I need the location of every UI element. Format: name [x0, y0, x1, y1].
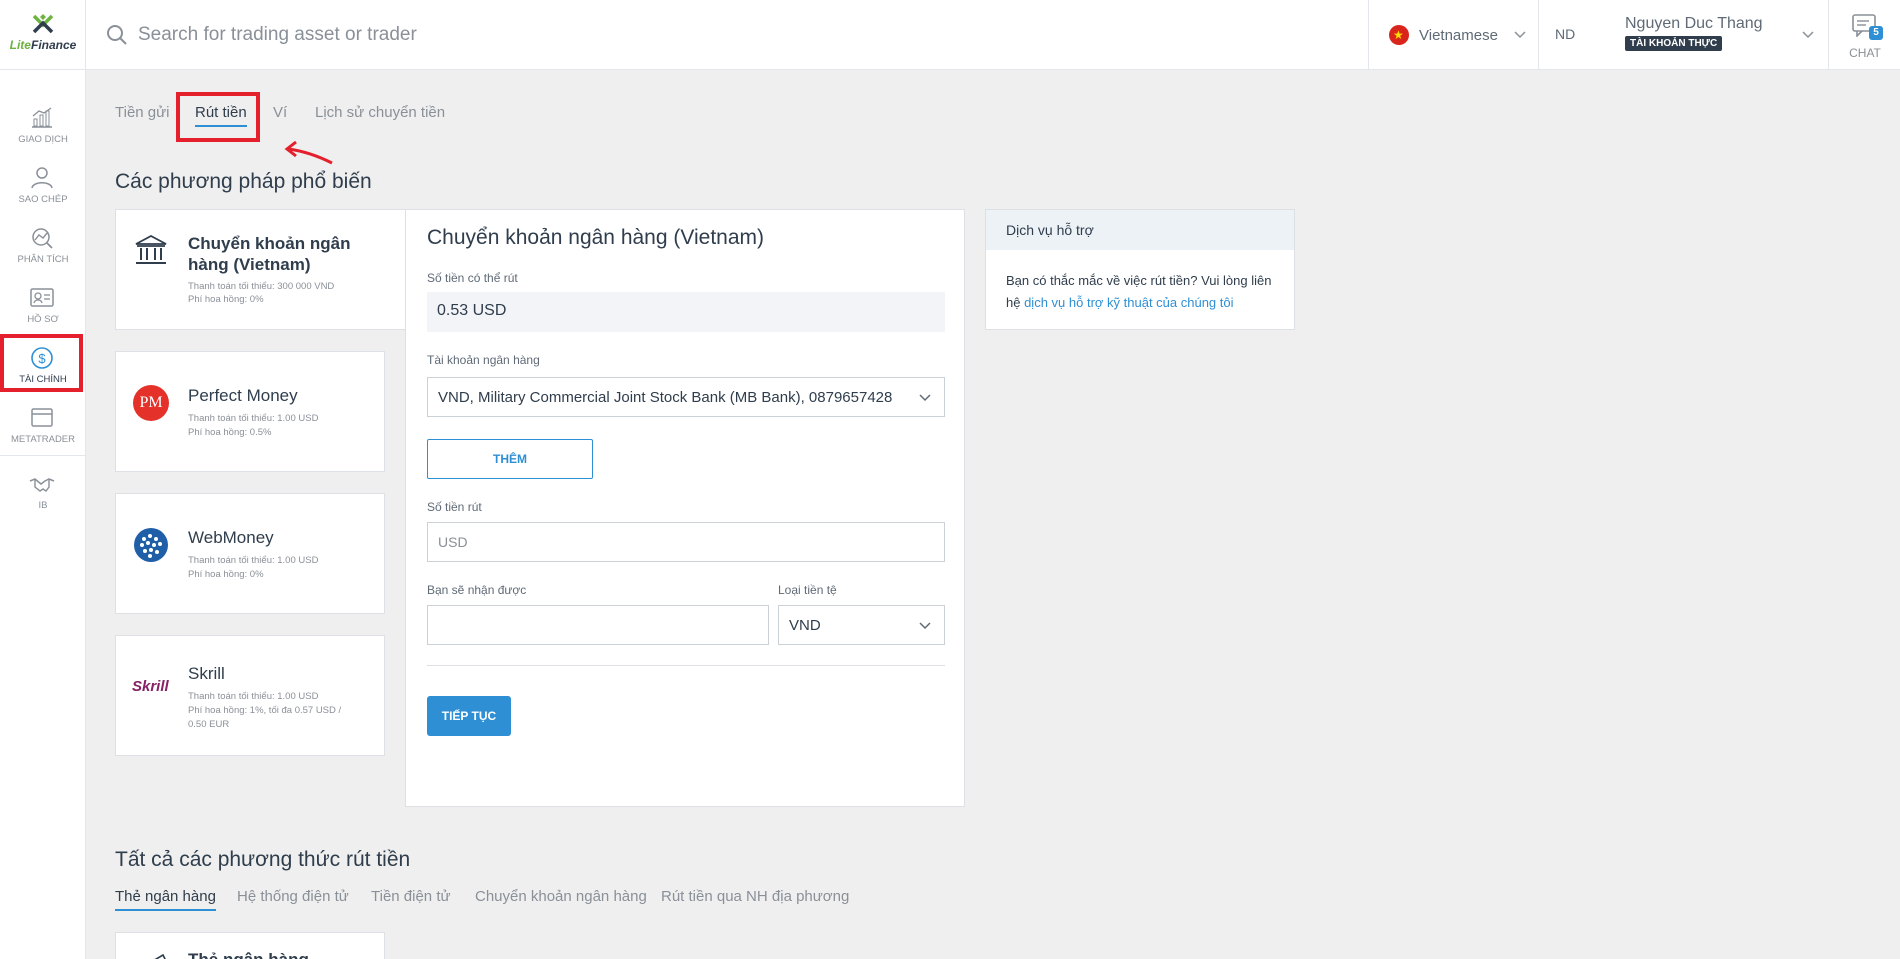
tab-crypto[interactable]: Tiền điện tử	[371, 888, 451, 905]
tab-bank-transfer[interactable]: Chuyển khoản ngân hàng	[475, 888, 647, 905]
sidebar-item-label: IB	[38, 500, 48, 511]
logo-mark-icon	[32, 14, 54, 34]
receive-amount-input[interactable]	[427, 605, 769, 645]
method-card-skrill[interactable]: Skrill Skrill Thanh toán tối thiểu: 1.00…	[115, 635, 385, 756]
perfect-money-icon: PM	[133, 385, 169, 421]
support-link[interactable]: dịch vụ hỗ trợ kỹ thuật của chúng tôi	[1024, 295, 1233, 310]
profile-card-icon	[30, 288, 54, 307]
popular-methods-title: Các phương pháp phổ biến	[115, 170, 372, 193]
support-title: Dịch vụ hỗ trợ	[986, 210, 1294, 250]
sidebar-item-label: GIAO DỊCH	[18, 134, 68, 145]
method-fee: Phí hoa hồng: 0%	[188, 294, 264, 305]
method-min-payment: Thanh toán tối thiểu: 1.00 USD	[188, 555, 319, 566]
user-copy-icon	[31, 167, 53, 189]
sidebar-item-ib[interactable]: IB	[0, 468, 86, 524]
method-name: Chuyển khoản ngân hàng (Vietnam)	[188, 234, 351, 274]
form-divider	[427, 665, 945, 666]
all-methods-title: Tất cả các phương thức rút tiền	[115, 848, 411, 871]
chevron-down-icon	[1514, 31, 1526, 39]
annotation-arrow-icon	[284, 141, 333, 165]
chat-button[interactable]: 5 CHAT	[1828, 0, 1900, 70]
chat-unread-badge: 5	[1869, 26, 1883, 40]
analysis-icon	[32, 228, 53, 249]
tab-deposit[interactable]: Tiền gửi	[115, 104, 170, 121]
currency-select[interactable]: VND	[778, 605, 945, 645]
bank-account-select[interactable]: VND, Military Commercial Joint Stock Ban…	[427, 377, 945, 417]
form-title: Chuyển khoản ngân hàng (Vietnam)	[427, 226, 765, 249]
search-icon[interactable]	[106, 24, 128, 46]
sidebar-item-copy[interactable]: SAO CHÉP	[0, 162, 86, 218]
top-bar: LiteFinance Vietnamese ND Nguyen Duc Tha…	[0, 0, 1900, 70]
tab-wallet[interactable]: Ví	[273, 104, 287, 121]
withdraw-amount-input[interactable]	[427, 522, 945, 562]
support-panel: Dịch vụ hỗ trợ Bạn có thắc mắc về việc r…	[985, 209, 1295, 330]
logo-text: LiteFinance	[9, 38, 77, 52]
tab-local-bank[interactable]: Rút tiền qua NH địa phương	[661, 888, 849, 905]
method-fee: Phí hoa hồng: 0%	[188, 569, 264, 580]
bank-account-label: Tài khoản ngân hàng	[427, 353, 540, 367]
withdraw-amount-label: Số tiền rút	[427, 500, 482, 514]
language-label: Vietnamese	[1419, 26, 1498, 44]
continue-button[interactable]: TIẾP TỤC	[427, 696, 511, 736]
sidebar-item-metatrader[interactable]: METATRADER	[0, 402, 86, 458]
language-selector[interactable]: Vietnamese	[1368, 0, 1538, 70]
method-name: Thẻ ngân hàng	[188, 950, 309, 959]
method-fee: Phí hoa hồng: 1%, tối đa 0.57 USD / 0.50…	[188, 705, 342, 730]
annotation-highlight-tab	[176, 92, 260, 142]
sidebar-item-profile[interactable]: HỒ SƠ	[0, 282, 86, 338]
available-amount-value: 0.53 USD	[427, 292, 945, 332]
card-icon	[154, 953, 166, 959]
available-amount-label: Số tiền có thể rút	[427, 271, 518, 285]
chat-label: CHAT	[1849, 46, 1881, 60]
currency-label: Loại tiền tệ	[778, 583, 837, 597]
sidebar-divider	[0, 455, 86, 456]
tab-bank-cards[interactable]: Thẻ ngân hàng	[115, 888, 216, 911]
receive-amount-label: Bạn sẽ nhận được	[427, 583, 527, 597]
bank-account-value: VND, Military Commercial Joint Stock Ban…	[438, 389, 893, 406]
sidebar: GIAO DỊCH SAO CHÉP PHÂN TÍCH HỒ SƠ $ TÀI…	[0, 70, 86, 959]
vietnam-flag-icon	[1389, 25, 1409, 45]
chevron-down-icon	[919, 394, 931, 402]
annotation-highlight-sidebar	[0, 334, 83, 392]
add-bank-account-button[interactable]: THÊM	[427, 439, 593, 479]
support-text: Bạn có thắc mắc về việc rút tiền? Vui lò…	[1006, 273, 1272, 310]
chevron-down-icon	[919, 622, 931, 630]
chart-icon	[32, 107, 52, 128]
sidebar-item-label: SAO CHÉP	[18, 194, 68, 205]
skrill-icon: Skrill	[132, 678, 169, 695]
account-type-badge: TÀI KHOẢN THỰC	[1625, 36, 1723, 51]
sidebar-item-label: METATRADER	[10, 434, 76, 445]
method-card-bank-vietnam[interactable]: Chuyển khoản ngân hàng (Vietnam) Thanh t…	[115, 209, 407, 330]
logo[interactable]: LiteFinance	[0, 0, 86, 70]
sidebar-item-label: PHÂN TÍCH	[17, 254, 69, 265]
bank-icon	[135, 234, 167, 264]
method-min-payment: Thanh toán tối thiểu: 1.00 USD	[188, 413, 319, 424]
tab-transfer-history[interactable]: Lịch sử chuyển tiền	[315, 104, 445, 121]
sidebar-item-trading[interactable]: GIAO DỊCH	[0, 102, 86, 158]
currency-value: VND	[789, 617, 821, 634]
method-name: WebMoney	[188, 528, 274, 547]
method-card-webmoney[interactable]: WebMoney Thanh toán tối thiểu: 1.00 USD …	[115, 493, 385, 614]
user-initials: ND	[1555, 26, 1576, 42]
method-min-payment: Thanh toán tối thiểu: 300 000 VND	[188, 281, 335, 292]
user-name: Nguyen Duc Thang	[1625, 15, 1763, 32]
user-menu[interactable]: ND Nguyen Duc Thang TÀI KHOẢN THỰC	[1538, 0, 1828, 70]
search-input[interactable]	[138, 18, 1038, 52]
sidebar-item-label: HỒ SƠ	[27, 314, 59, 325]
tab-e-systems[interactable]: Hệ thống điện tử	[237, 888, 349, 905]
method-min-payment: Thanh toán tối thiểu: 1.00 USD	[188, 691, 319, 702]
search-bar	[86, 0, 1368, 70]
webmoney-icon	[134, 528, 168, 562]
method-fee: Phí hoa hồng: 0.5%	[188, 427, 272, 438]
chevron-down-icon	[1802, 31, 1814, 39]
method-card-perfect-money[interactable]: PM Perfect Money Thanh toán tối thiểu: 1…	[115, 351, 385, 472]
window-icon	[31, 408, 53, 427]
handshake-icon	[29, 478, 55, 492]
sidebar-item-analysis[interactable]: PHÂN TÍCH	[0, 222, 86, 278]
method-name: Perfect Money	[188, 386, 298, 405]
withdraw-form: Chuyển khoản ngân hàng (Vietnam) Số tiền…	[405, 209, 965, 807]
method-card-bank-card[interactable]: Thẻ ngân hàng	[115, 932, 385, 959]
method-name: Skrill	[188, 664, 225, 683]
